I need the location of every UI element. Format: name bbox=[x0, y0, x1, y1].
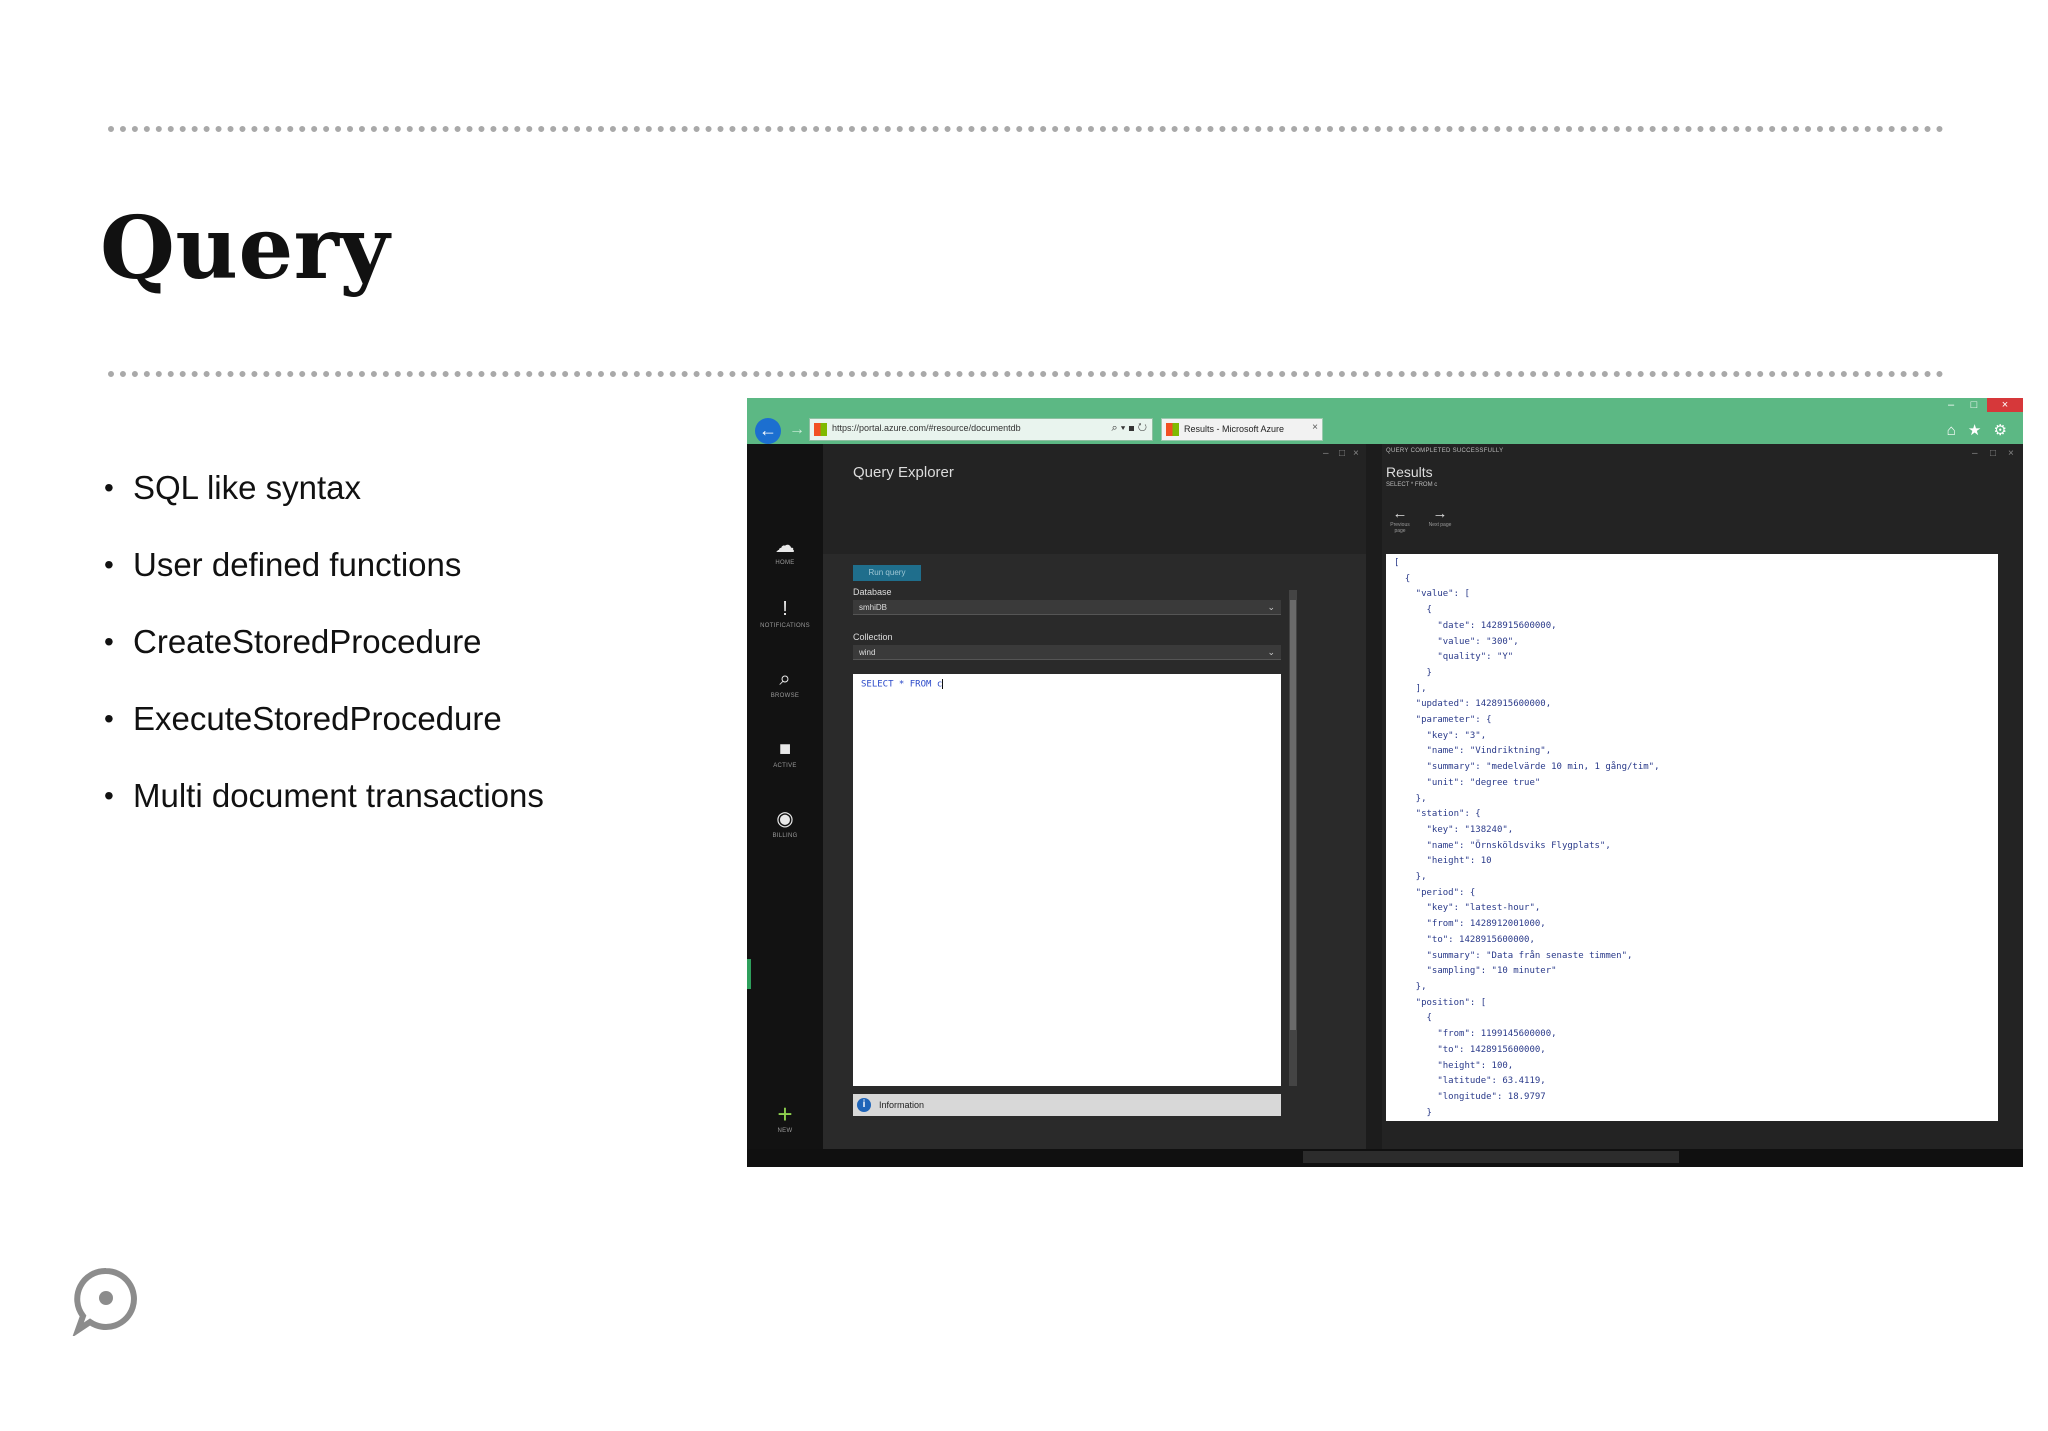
back-arrow-icon[interactable]: ← bbox=[755, 418, 781, 444]
bullet-item: ExecuteStoredProcedure bbox=[104, 699, 544, 776]
nav-label: NEW bbox=[777, 1128, 793, 1134]
nav-label: ACTIVE bbox=[773, 763, 797, 769]
bullet-item: CreateStoredProcedure bbox=[104, 622, 544, 699]
arrow-right-icon: → bbox=[1432, 505, 1448, 522]
chevron-down-icon: ⌄ bbox=[1267, 647, 1275, 657]
chevron-down-icon: ⌄ bbox=[1267, 602, 1275, 612]
top-divider bbox=[108, 126, 1944, 132]
browser-toolbar: – □ × ← → https://portal.azure.com/#reso… bbox=[747, 398, 2023, 444]
nav-item-browse[interactable]: ⌕ BROWSE bbox=[747, 667, 823, 699]
run-query-button[interactable]: Run query bbox=[853, 565, 921, 581]
results-blade: – □ × QUERY COMPLETED SUCCESSFULLY Resul… bbox=[1382, 444, 2023, 1167]
search-refresh-icons[interactable]: ⌕ ▾ ◼ ↻ bbox=[1112, 422, 1147, 435]
blade-maximize-icon[interactable]: □ bbox=[1990, 448, 1996, 459]
database-label: Database bbox=[853, 587, 892, 597]
database-select[interactable]: smhiDB ⌄ bbox=[853, 600, 1281, 615]
url-text: https://portal.azure.com/#resource/docum… bbox=[832, 423, 1021, 433]
information-bar[interactable]: i Information bbox=[853, 1094, 1281, 1116]
microsoft-logo-icon bbox=[814, 423, 827, 436]
collection-label: Collection bbox=[853, 632, 893, 642]
database-value: smhiDB bbox=[859, 603, 888, 612]
forward-arrow-icon[interactable]: → bbox=[789, 418, 805, 442]
info-icon: i bbox=[857, 1098, 871, 1112]
query-explorer-blade: – □ × Query Explorer Run query Database … bbox=[823, 444, 1366, 1167]
horizontal-scrollbar[interactable] bbox=[1303, 1151, 1679, 1163]
maximize-button[interactable]: □ bbox=[1963, 398, 1985, 412]
previous-page-button[interactable]: ← Previous page bbox=[1386, 505, 1414, 535]
cloud-icon: ☁ bbox=[775, 535, 795, 557]
next-label: Next page bbox=[1428, 522, 1452, 528]
bullet-item: Multi document transactions bbox=[104, 776, 544, 853]
slide-title: Query bbox=[100, 198, 390, 299]
nav-item-home[interactable]: ☁ HOME bbox=[747, 534, 823, 566]
information-label: Information bbox=[879, 1100, 925, 1110]
notification-icon: ! bbox=[782, 598, 788, 620]
previous-label: Previous page bbox=[1390, 522, 1410, 534]
title-divider bbox=[108, 371, 1944, 377]
blade-close-icon[interactable]: × bbox=[2008, 448, 2014, 459]
blade-minimize-icon[interactable]: – bbox=[1323, 448, 1329, 459]
query-workspace: Run query Database smhiDB ⌄ Collection w… bbox=[823, 554, 1366, 1154]
blade-title: Query Explorer bbox=[853, 464, 954, 481]
bullet-item: SQL like syntax bbox=[104, 468, 544, 545]
bullet-list: SQL like syntax User defined functions C… bbox=[104, 468, 544, 853]
tab-close-icon[interactable]: × bbox=[1312, 422, 1318, 433]
nav-item-notifications[interactable]: ! NOTIFICATIONS bbox=[747, 597, 823, 629]
blade-maximize-icon[interactable]: □ bbox=[1339, 448, 1345, 459]
nav-item-billing[interactable]: ◉ BILLING bbox=[747, 807, 823, 839]
address-bar[interactable]: https://portal.azure.com/#resource/docum… bbox=[809, 418, 1153, 441]
text-cursor bbox=[942, 679, 944, 689]
browse-icon: ⌕ bbox=[779, 668, 791, 690]
plus-icon: + bbox=[777, 1099, 793, 1129]
editor-scrollbar[interactable] bbox=[1289, 590, 1297, 1086]
results-json: [ { "value": [ { "date": 1428915600000, … bbox=[1394, 558, 1660, 1118]
query-status: QUERY COMPLETED SUCCESSFULLY bbox=[1386, 448, 1504, 454]
blade-close-icon[interactable]: × bbox=[1353, 448, 1359, 459]
results-json-panel[interactable]: [ { "value": [ { "date": 1428915600000, … bbox=[1386, 554, 1998, 1121]
collection-value: wind bbox=[859, 648, 876, 657]
nav-label: NOTIFICATIONS bbox=[760, 623, 810, 629]
azure-portal-screenshot: – □ × ← → https://portal.azure.com/#reso… bbox=[747, 398, 2023, 1167]
results-subtitle: SELECT * FROM c bbox=[1386, 482, 1438, 488]
active-icon: ■ bbox=[778, 738, 792, 760]
minimize-button[interactable]: – bbox=[1940, 398, 1962, 412]
next-page-button[interactable]: → Next page bbox=[1422, 505, 1458, 529]
blade-minimize-icon[interactable]: – bbox=[1972, 448, 1978, 459]
results-title: Results bbox=[1386, 464, 1433, 480]
horizontal-scroll-area bbox=[747, 1149, 2023, 1167]
portal-side-nav: ☁ HOME ! NOTIFICATIONS ⌕ BROWSE ■ ACTIVE… bbox=[747, 444, 823, 1167]
browser-tab[interactable]: Results - Microsoft Azure × bbox=[1161, 418, 1323, 441]
nav-item-active[interactable]: ■ ACTIVE bbox=[747, 737, 823, 769]
scrollbar-thumb[interactable] bbox=[1290, 600, 1296, 1030]
billing-icon: ◉ bbox=[776, 808, 794, 830]
home-favorites-settings-icons[interactable]: ⌂ ★ ⚙ bbox=[1947, 421, 2011, 439]
nav-label: HOME bbox=[775, 560, 795, 566]
query-text: SELECT * FROM c bbox=[861, 679, 943, 690]
nav-item-new[interactable]: + NEW bbox=[747, 1099, 823, 1134]
microsoft-logo-icon bbox=[1166, 423, 1179, 436]
speech-bubble-logo-icon bbox=[72, 1267, 137, 1336]
nav-label: BILLING bbox=[772, 833, 798, 839]
nav-label: BROWSE bbox=[770, 693, 800, 699]
collection-select[interactable]: wind ⌄ bbox=[853, 645, 1281, 660]
window-edge bbox=[747, 959, 751, 989]
tab-title: Results - Microsoft Azure bbox=[1184, 424, 1285, 434]
close-window-button[interactable]: × bbox=[1987, 398, 2023, 412]
query-editor[interactable]: SELECT * FROM c bbox=[853, 674, 1281, 1086]
bullet-item: User defined functions bbox=[104, 545, 544, 622]
arrow-left-icon: ← bbox=[1392, 505, 1408, 522]
